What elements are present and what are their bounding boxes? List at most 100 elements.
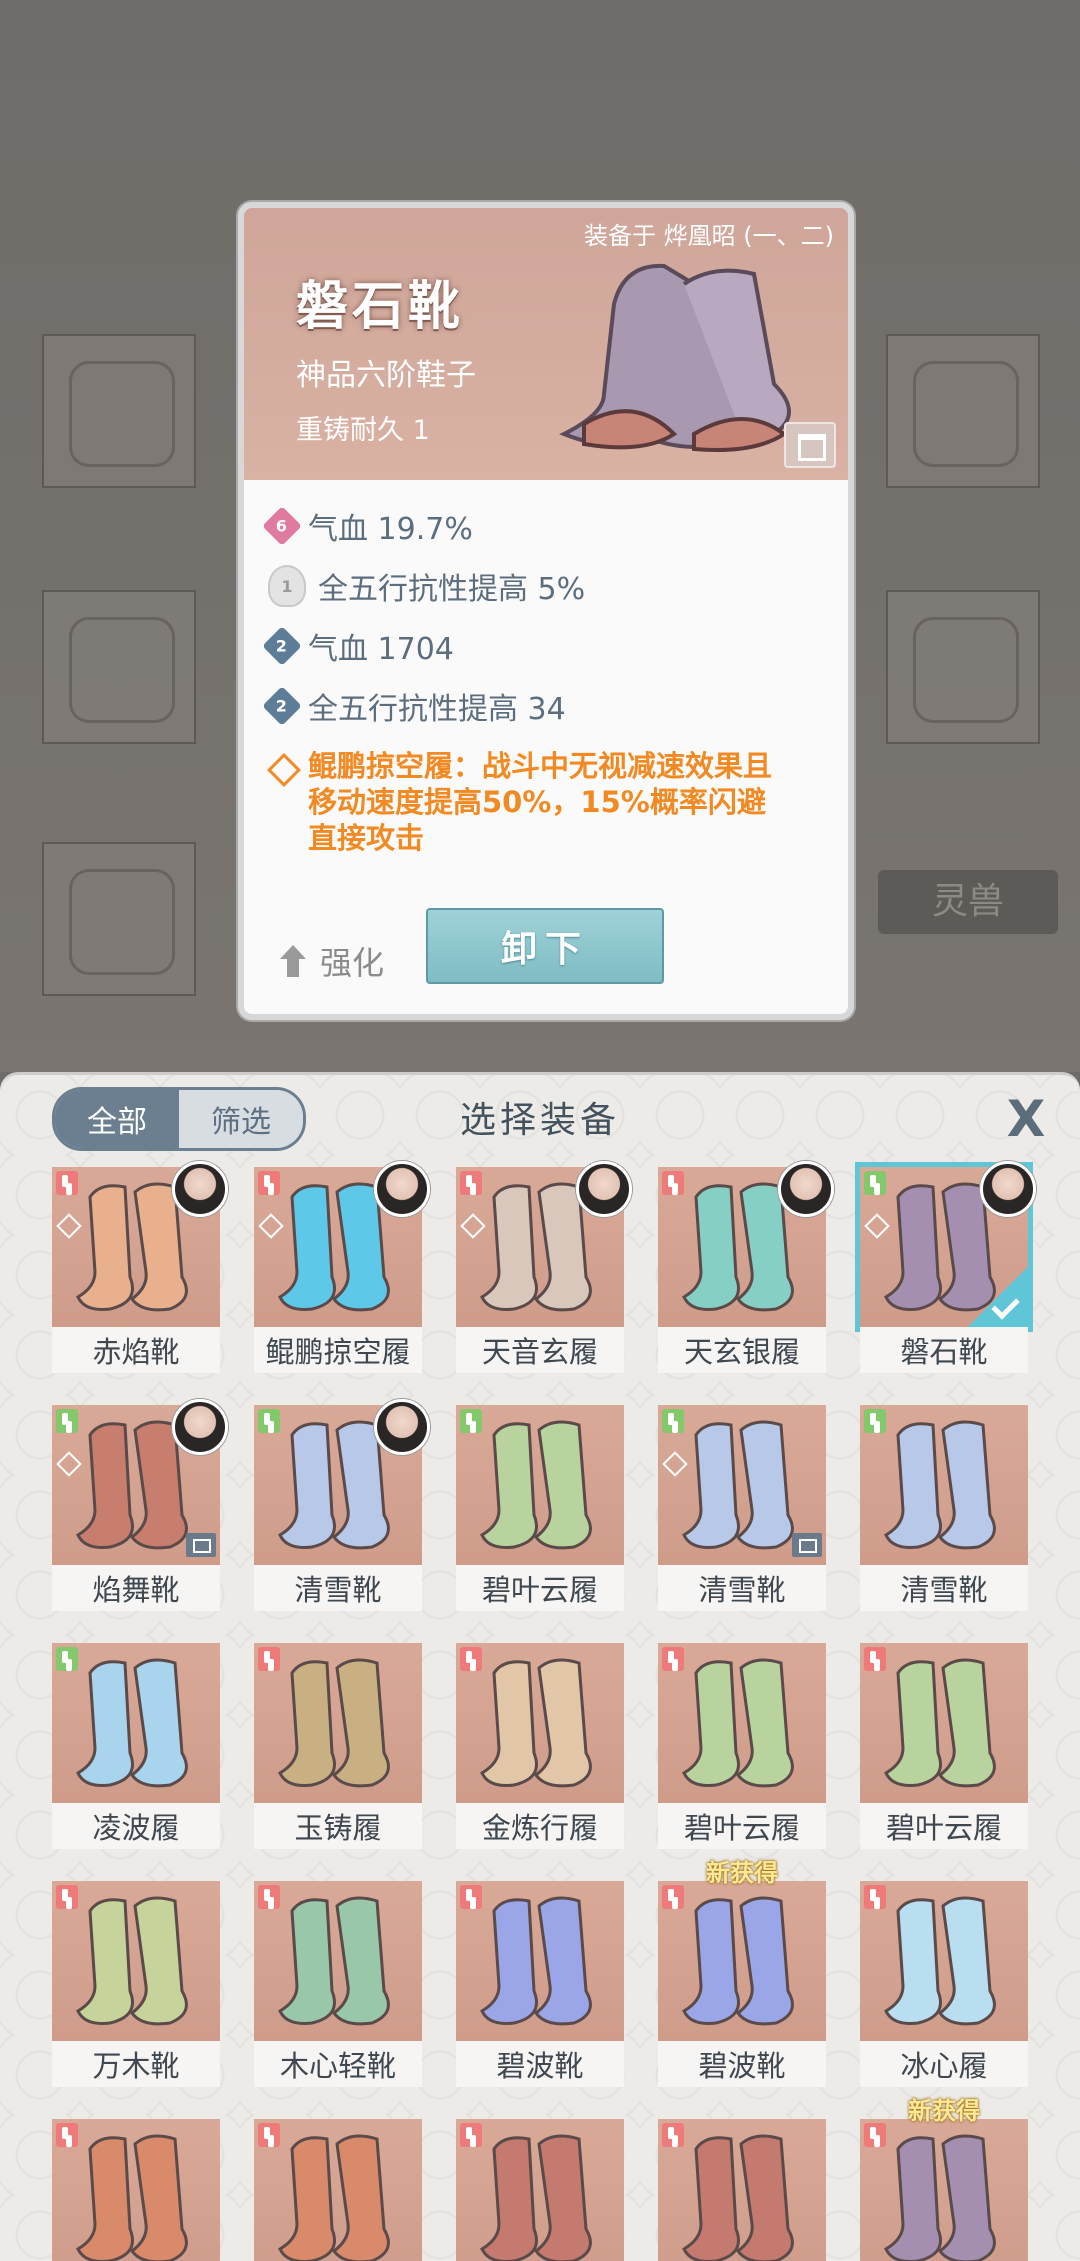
item-detail-header: 装备于 烨凰昭 (一、二) 磐石靴 神品六阶鞋子 重铸耐久 1 [244, 208, 848, 480]
lock-icon[interactable] [784, 422, 836, 468]
skill-line: 直接攻击 [308, 821, 425, 855]
shoe-slot-icon [460, 1409, 482, 1433]
new-badge: 新获得 [908, 2097, 980, 2125]
boot-icon [682, 1658, 794, 1788]
unequip-button[interactable]: 卸下 [426, 908, 664, 984]
owner-avatar [374, 1399, 430, 1455]
bg-equip-slot-boots [42, 842, 196, 996]
equipment-thumbnail [658, 1405, 826, 1565]
equipment-tile[interactable]: 清雪靴 [860, 1405, 1028, 1611]
shoe-slot-icon [864, 1409, 886, 1433]
set-rank-icon [664, 1453, 684, 1473]
equipment-name: 木心轻靴 [254, 2041, 422, 2087]
boot-icon [76, 2134, 188, 2261]
equipment-tile[interactable]: 新获得 [860, 2097, 1028, 2261]
equipment-thumbnail [456, 2119, 624, 2261]
boot-icon [884, 1420, 996, 1550]
equipment-tile[interactable]: 凌波履 [52, 1643, 220, 1849]
equipment-thumbnail [456, 1881, 624, 2041]
shoe-slot-icon [864, 2123, 886, 2147]
skill-line: 鲲鹏掠空履：战斗中无视减速效果且 [308, 749, 773, 783]
boot-icon [884, 1896, 996, 2026]
equipment-thumbnail [254, 2119, 422, 2261]
enhance-button[interactable]: 强化 [280, 938, 384, 984]
gem-badge-icon: 2 [262, 686, 302, 726]
select-equipment-panel: 全部 筛选 选择装备 X 赤焰靴 鲲鹏掠空履 天音玄履 天玄银履 磐石靴 焰舞靴 清雪靴 碧叶… [0, 1072, 1080, 2261]
equipment-thumbnail [52, 1643, 220, 1803]
equipment-tile[interactable]: 天音玄履 [456, 1161, 632, 1373]
boot-icon [278, 1658, 390, 1788]
equipment-name: 碧波靴 [658, 2041, 826, 2087]
equipment-tile[interactable]: 清雪靴 [658, 1405, 826, 1611]
checkmark-icon [968, 1267, 1028, 1327]
gem-badge-value: 2 [276, 696, 288, 716]
equipment-tile[interactable]: 玉铸履 [254, 1643, 422, 1849]
equipment-thumbnail [860, 2119, 1028, 2261]
set-skill: 鲲鹏掠空履：战斗中无视减速效果且 移动速度提高50%，15%概率闪避 直接攻击 [268, 748, 828, 856]
equipment-tile[interactable]: 木心轻靴 [254, 1881, 422, 2087]
equipment-thumbnail [52, 2119, 220, 2261]
equipment-tile[interactable]: 万木靴 [52, 1881, 220, 2087]
boot-icon [884, 2134, 996, 2261]
boot-icon [682, 1420, 794, 1550]
shoe-slot-icon [258, 1647, 280, 1671]
equipment-tile[interactable]: 碧叶云履 [860, 1643, 1028, 1849]
equipment-tile[interactable]: 焰舞靴 [52, 1399, 228, 1611]
item-recast-durability: 重铸耐久 1 [296, 415, 430, 446]
equipment-tile[interactable]: 碧波靴 [456, 1881, 624, 2087]
stat-text: 全五行抗性提高 34 [308, 692, 566, 727]
panel-title: 选择装备 [459, 1100, 620, 1141]
shoe-slot-icon [56, 1409, 78, 1433]
equipment-name: 磐石靴 [860, 1327, 1028, 1373]
equipment-tile[interactable]: 碧叶云履 [658, 1643, 826, 1849]
equipment-name: 天音玄履 [456, 1327, 624, 1373]
equipment-name: 清雪靴 [254, 1565, 422, 1611]
equipment-name: 碧波靴 [456, 2041, 624, 2087]
equipment-tile[interactable]: 磐石靴 [855, 1161, 1036, 1373]
set-rank-icon [58, 1215, 78, 1235]
refine-badge-icon: 1 [268, 565, 306, 607]
lock-icon [792, 1533, 822, 1557]
owner-avatar [172, 1399, 228, 1455]
equipment-tile[interactable]: 赤焰靴 [52, 1161, 228, 1373]
equipment-tile[interactable]: 清雪靴 [254, 1399, 430, 1611]
equipment-name: 焰舞靴 [52, 1565, 220, 1611]
equipment-tile[interactable]: 金炼行履 [456, 1643, 624, 1849]
equipment-tile[interactable] [456, 2119, 624, 2261]
gem-badge-value: 2 [276, 636, 288, 656]
equipment-name: 天玄银履 [658, 1327, 826, 1373]
equipment-name: 清雪靴 [658, 1565, 826, 1611]
shoe-slot-icon [56, 1885, 78, 1909]
equipment-tile[interactable] [52, 2119, 220, 2261]
equipment-tile[interactable] [658, 2119, 826, 2261]
boot-illustration [559, 263, 791, 452]
equipment-tile[interactable]: 冰心履 [860, 1881, 1028, 2087]
set-rank-icon [58, 1453, 78, 1473]
equipment-name: 碧叶云履 [456, 1565, 624, 1611]
boot-icon [480, 1896, 592, 2026]
gem-badge-icon: 6 [262, 506, 302, 546]
shoe-slot-icon [56, 1171, 78, 1195]
equipment-name: 碧叶云履 [860, 1803, 1028, 1849]
equipment-tile[interactable]: 天玄银履 [658, 1161, 834, 1373]
equipment-tile[interactable] [254, 2119, 422, 2261]
boot-icon [884, 1658, 996, 1788]
equipment-name: 金炼行履 [456, 1803, 624, 1849]
boot-icon [682, 1896, 794, 2026]
boot-icon [480, 1420, 592, 1550]
close-icon[interactable]: X [1000, 1093, 1052, 1145]
bg-spirit-beast-tab: 灵兽 [878, 870, 1058, 934]
equipment-tile[interactable]: 碧叶云履 [456, 1405, 624, 1611]
equipment-tile[interactable]: 鲲鹏掠空履 [254, 1161, 430, 1373]
shoe-slot-icon [56, 2123, 78, 2147]
bg-equip-slot-weapon [42, 334, 196, 488]
equipment-thumbnail [860, 1881, 1028, 2041]
equipment-tile[interactable]: 新获得 碧波靴 [658, 1859, 826, 2087]
equipment-thumbnail [52, 1881, 220, 2041]
item-name: 磐石靴 [296, 276, 465, 337]
equipment-thumbnail [658, 1643, 826, 1803]
equipment-thumbnail [658, 1881, 826, 2041]
equipment-thumbnail [254, 1881, 422, 2041]
shoe-slot-icon [460, 1171, 482, 1195]
shoe-slot-icon [662, 1647, 684, 1671]
